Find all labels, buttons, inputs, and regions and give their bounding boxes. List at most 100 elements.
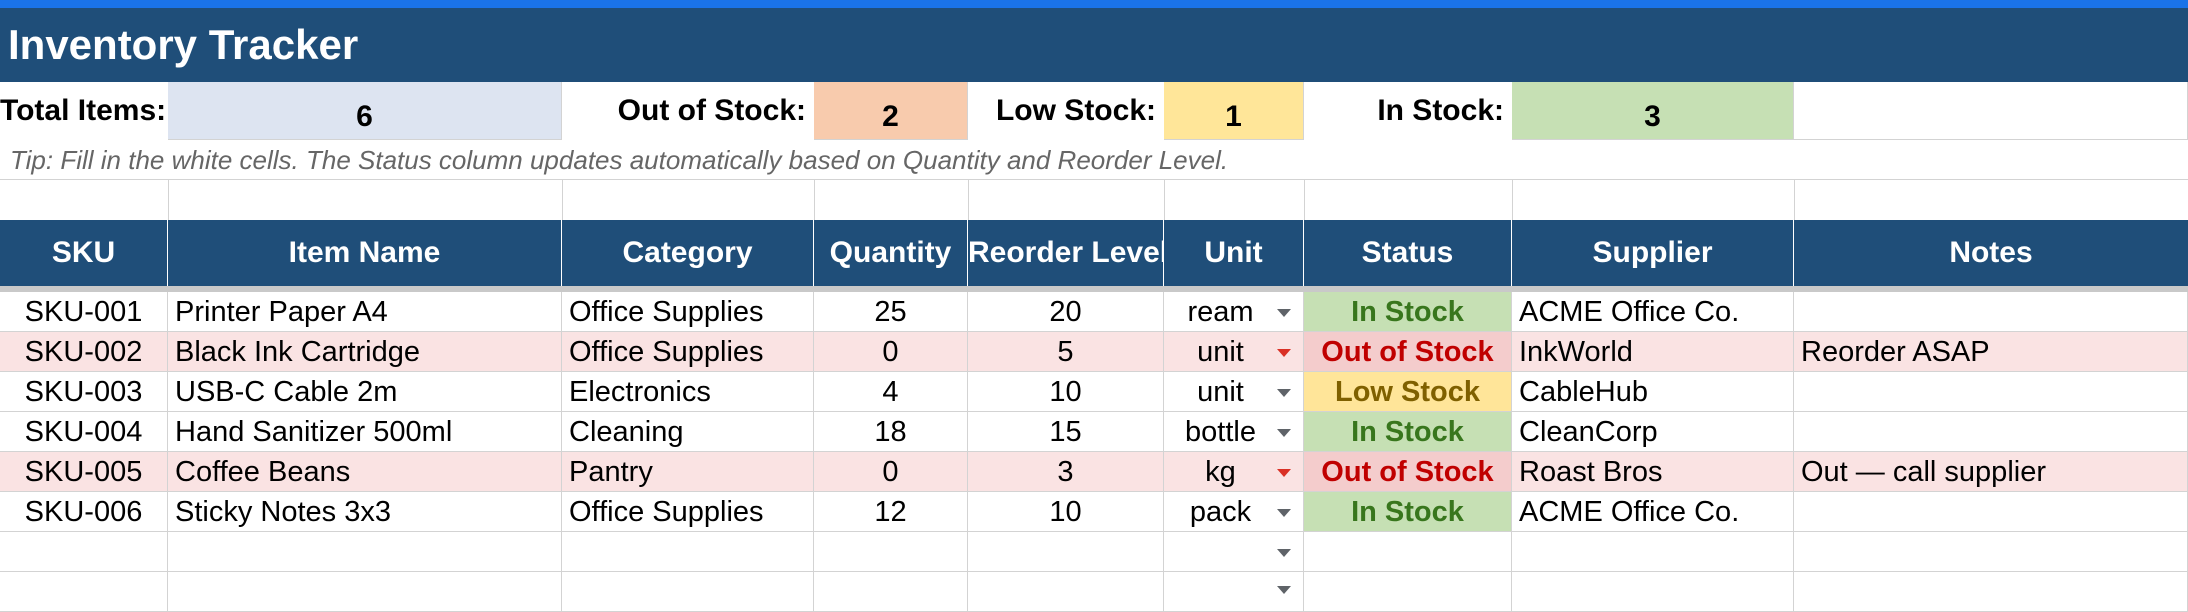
cell-item-name[interactable]: USB-C Cable 2m: [168, 372, 562, 412]
cell-quantity[interactable]: 12: [814, 492, 968, 532]
empty-cell[interactable]: [814, 572, 968, 612]
cell-supplier[interactable]: ACME Office Co.: [1512, 292, 1794, 332]
dropdown-arrow-icon[interactable]: [1277, 349, 1291, 357]
empty-cell[interactable]: [1512, 572, 1794, 612]
cell-notes[interactable]: [1794, 412, 2188, 452]
total-items-value[interactable]: 6: [168, 82, 562, 140]
cell-unit-dropdown[interactable]: [1164, 572, 1304, 612]
cell-supplier[interactable]: ACME Office Co.: [1512, 492, 1794, 532]
cell-unit-dropdown[interactable]: pack: [1164, 492, 1304, 532]
empty-row: [0, 572, 2188, 612]
empty-cell[interactable]: [562, 572, 814, 612]
header-reorder-level[interactable]: Reorder Level: [968, 220, 1164, 286]
cell-reorder-level[interactable]: 10: [968, 492, 1164, 532]
cell-item-name[interactable]: Hand Sanitizer 500ml: [168, 412, 562, 452]
cell-category[interactable]: Cleaning: [562, 412, 814, 452]
table-row: SKU-004 Hand Sanitizer 500ml Cleaning 18…: [0, 412, 2188, 452]
window-top-accent-bar: [0, 0, 2188, 8]
empty-cell[interactable]: [1794, 532, 2188, 572]
header-notes[interactable]: Notes: [1794, 220, 2188, 286]
dropdown-arrow-icon[interactable]: [1277, 509, 1291, 517]
dropdown-arrow-icon[interactable]: [1277, 389, 1291, 397]
header-status[interactable]: Status: [1304, 220, 1512, 286]
cell-sku[interactable]: SKU-006: [0, 492, 168, 532]
in-stock-label: In Stock:: [1377, 94, 1504, 127]
empty-cell[interactable]: [562, 532, 814, 572]
cell-item-name[interactable]: Coffee Beans: [168, 452, 562, 492]
unit-value: bottle: [1185, 416, 1256, 448]
cell-reorder-level[interactable]: 10: [968, 372, 1164, 412]
unit-value: ream: [1187, 296, 1254, 328]
table-row: SKU-005 Coffee Beans Pantry 0 3 kg Out o…: [0, 452, 2188, 492]
cell-status: Out of Stock: [1304, 452, 1512, 492]
cell-unit-dropdown[interactable]: unit: [1164, 332, 1304, 372]
cell-supplier[interactable]: Roast Bros: [1512, 452, 1794, 492]
cell-quantity[interactable]: 4: [814, 372, 968, 412]
cell-sku[interactable]: SKU-005: [0, 452, 168, 492]
table-row: SKU-002 Black Ink Cartridge Office Suppl…: [0, 332, 2188, 372]
cell-item-name[interactable]: Printer Paper A4: [168, 292, 562, 332]
cell-quantity[interactable]: 25: [814, 292, 968, 332]
cell-category[interactable]: Office Supplies: [562, 292, 814, 332]
cell-reorder-level[interactable]: 3: [968, 452, 1164, 492]
cell-category[interactable]: Electronics: [562, 372, 814, 412]
dropdown-arrow-icon[interactable]: [1277, 586, 1291, 594]
cell-sku[interactable]: SKU-003: [0, 372, 168, 412]
cell-sku[interactable]: SKU-004: [0, 412, 168, 452]
dropdown-arrow-icon[interactable]: [1277, 429, 1291, 437]
header-supplier[interactable]: Supplier: [1512, 220, 1794, 286]
cell-quantity[interactable]: 18: [814, 412, 968, 452]
dropdown-arrow-icon[interactable]: [1277, 309, 1291, 317]
out-of-stock-value[interactable]: 2: [814, 82, 968, 140]
cell-sku[interactable]: SKU-002: [0, 332, 168, 372]
header-unit[interactable]: Unit: [1164, 220, 1304, 286]
empty-cell[interactable]: [968, 572, 1164, 612]
cell-notes[interactable]: [1794, 372, 2188, 412]
cell-supplier[interactable]: CleanCorp: [1512, 412, 1794, 452]
low-stock-value[interactable]: 1: [1164, 82, 1304, 140]
dropdown-arrow-icon[interactable]: [1277, 469, 1291, 477]
cell-reorder-level[interactable]: 5: [968, 332, 1164, 372]
empty-cell[interactable]: [1304, 572, 1512, 612]
cell-category[interactable]: Office Supplies: [562, 332, 814, 372]
in-stock-value[interactable]: 3: [1512, 82, 1794, 140]
cell-item-name[interactable]: Black Ink Cartridge: [168, 332, 562, 372]
cell-reorder-level[interactable]: 20: [968, 292, 1164, 332]
cell-notes[interactable]: [1794, 292, 2188, 332]
cell-supplier[interactable]: CableHub: [1512, 372, 1794, 412]
empty-summary-cell[interactable]: [1794, 82, 2188, 140]
cell-item-name[interactable]: Sticky Notes 3x3: [168, 492, 562, 532]
header-item-name[interactable]: Item Name: [168, 220, 562, 286]
cell-unit-dropdown[interactable]: ream: [1164, 292, 1304, 332]
header-quantity[interactable]: Quantity: [814, 220, 968, 286]
cell-supplier[interactable]: InkWorld: [1512, 332, 1794, 372]
header-category[interactable]: Category: [562, 220, 814, 286]
cell-reorder-level[interactable]: 15: [968, 412, 1164, 452]
cell-notes[interactable]: Reorder ASAP: [1794, 332, 2188, 372]
empty-cell[interactable]: [1794, 572, 2188, 612]
cell-unit-dropdown[interactable]: kg: [1164, 452, 1304, 492]
cell-unit-dropdown[interactable]: [1164, 532, 1304, 572]
cell-unit-dropdown[interactable]: bottle: [1164, 412, 1304, 452]
empty-cell[interactable]: [0, 572, 168, 612]
empty-cell[interactable]: [1512, 532, 1794, 572]
cell-category[interactable]: Office Supplies: [562, 492, 814, 532]
cell-notes[interactable]: [1794, 492, 2188, 532]
empty-cell[interactable]: [168, 572, 562, 612]
cell-category[interactable]: Pantry: [562, 452, 814, 492]
cell-sku[interactable]: SKU-001: [0, 292, 168, 332]
cell-unit-dropdown[interactable]: unit: [1164, 372, 1304, 412]
low-stock-label: Low Stock:: [995, 94, 1156, 127]
header-sku[interactable]: SKU: [0, 220, 168, 286]
cell-quantity[interactable]: 0: [814, 452, 968, 492]
empty-cell[interactable]: [0, 532, 168, 572]
empty-cell[interactable]: [814, 532, 968, 572]
cell-notes[interactable]: Out — call supplier: [1794, 452, 2188, 492]
cell-status: Out of Stock: [1304, 332, 1512, 372]
table-row: SKU-006 Sticky Notes 3x3 Office Supplies…: [0, 492, 2188, 532]
cell-quantity[interactable]: 0: [814, 332, 968, 372]
dropdown-arrow-icon[interactable]: [1277, 549, 1291, 557]
empty-cell[interactable]: [968, 532, 1164, 572]
empty-cell[interactable]: [1304, 532, 1512, 572]
empty-cell[interactable]: [168, 532, 562, 572]
